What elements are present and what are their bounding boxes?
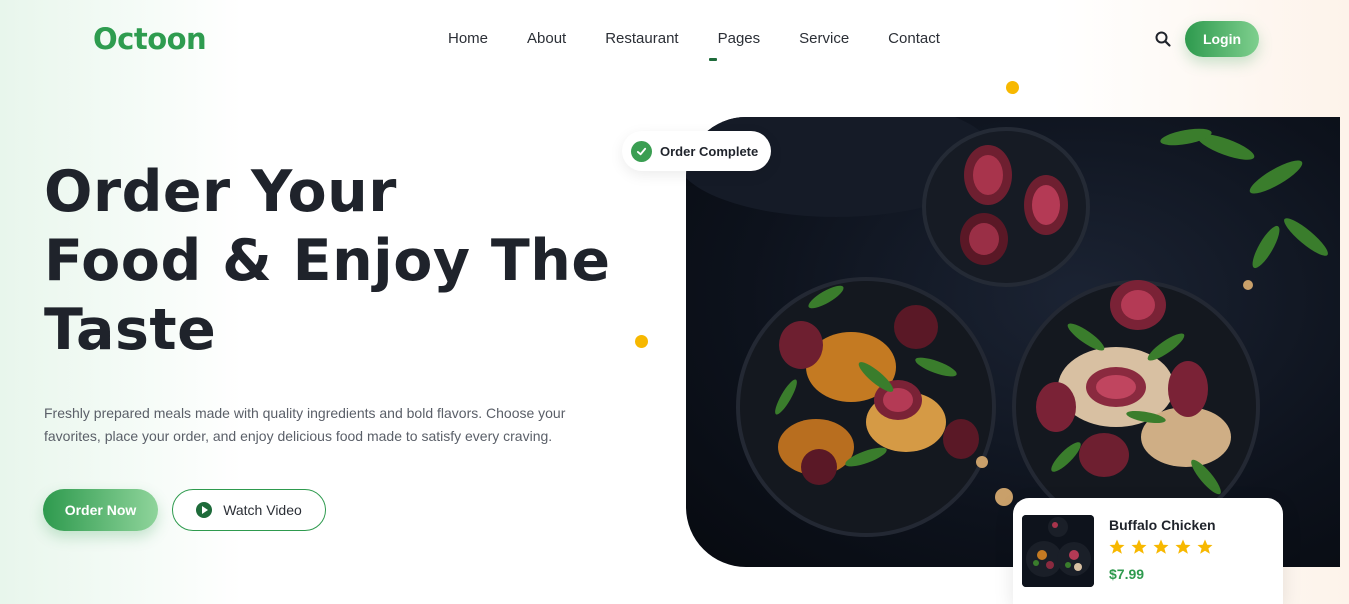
- star-icon: [1197, 539, 1213, 554]
- product-name: Buffalo Chicken: [1109, 517, 1216, 533]
- star-icon: [1153, 539, 1169, 554]
- product-thumbnail: [1022, 515, 1094, 587]
- search-icon[interactable]: [1154, 30, 1172, 48]
- watch-video-button[interactable]: Watch Video: [172, 489, 326, 531]
- nav-item-about[interactable]: About: [527, 30, 566, 47]
- site-logo[interactable]: Octoon: [93, 22, 207, 56]
- product-card[interactable]: Buffalo Chicken $7.99: [1013, 498, 1283, 604]
- check-icon: [631, 140, 652, 162]
- nav-active-indicator: [709, 58, 717, 61]
- nav-item-home[interactable]: Home: [448, 30, 488, 47]
- login-button[interactable]: Login: [1185, 21, 1259, 57]
- main-nav: Home About Restaurant Pages Service Cont…: [448, 30, 979, 47]
- order-complete-label: Order Complete: [660, 143, 759, 159]
- order-now-button[interactable]: Order Now: [43, 489, 158, 531]
- star-icon: [1131, 539, 1147, 554]
- hero-title-line: Food & Enjoy The: [44, 228, 611, 294]
- watch-video-label: Watch Video: [223, 502, 302, 518]
- hero-title-line: Taste: [44, 297, 217, 363]
- nav-item-pages[interactable]: Pages: [718, 30, 761, 47]
- order-complete-badge: Order Complete: [622, 131, 771, 171]
- nav-item-contact[interactable]: Contact: [888, 30, 940, 47]
- play-icon: [196, 502, 213, 518]
- star-icon: [1109, 539, 1125, 554]
- hero-title-line: Order Your: [44, 159, 397, 225]
- hero-title: Order Your Food & Enjoy The Taste: [44, 158, 664, 365]
- nav-item-restaurant[interactable]: Restaurant: [605, 30, 678, 47]
- product-rating: [1108, 538, 1218, 556]
- decorative-dot: [1006, 81, 1019, 94]
- star-icon: [1175, 539, 1191, 554]
- product-price: $7.99: [1109, 566, 1145, 582]
- hero-description: Freshly prepared meals made with quality…: [44, 402, 604, 448]
- hero-description-line: Freshly prepared meals made with quality…: [44, 405, 566, 421]
- decorative-dot: [635, 335, 648, 348]
- nav-item-service[interactable]: Service: [799, 30, 849, 47]
- hero-description-line: favorites, place your order, and enjoy d…: [44, 428, 553, 444]
